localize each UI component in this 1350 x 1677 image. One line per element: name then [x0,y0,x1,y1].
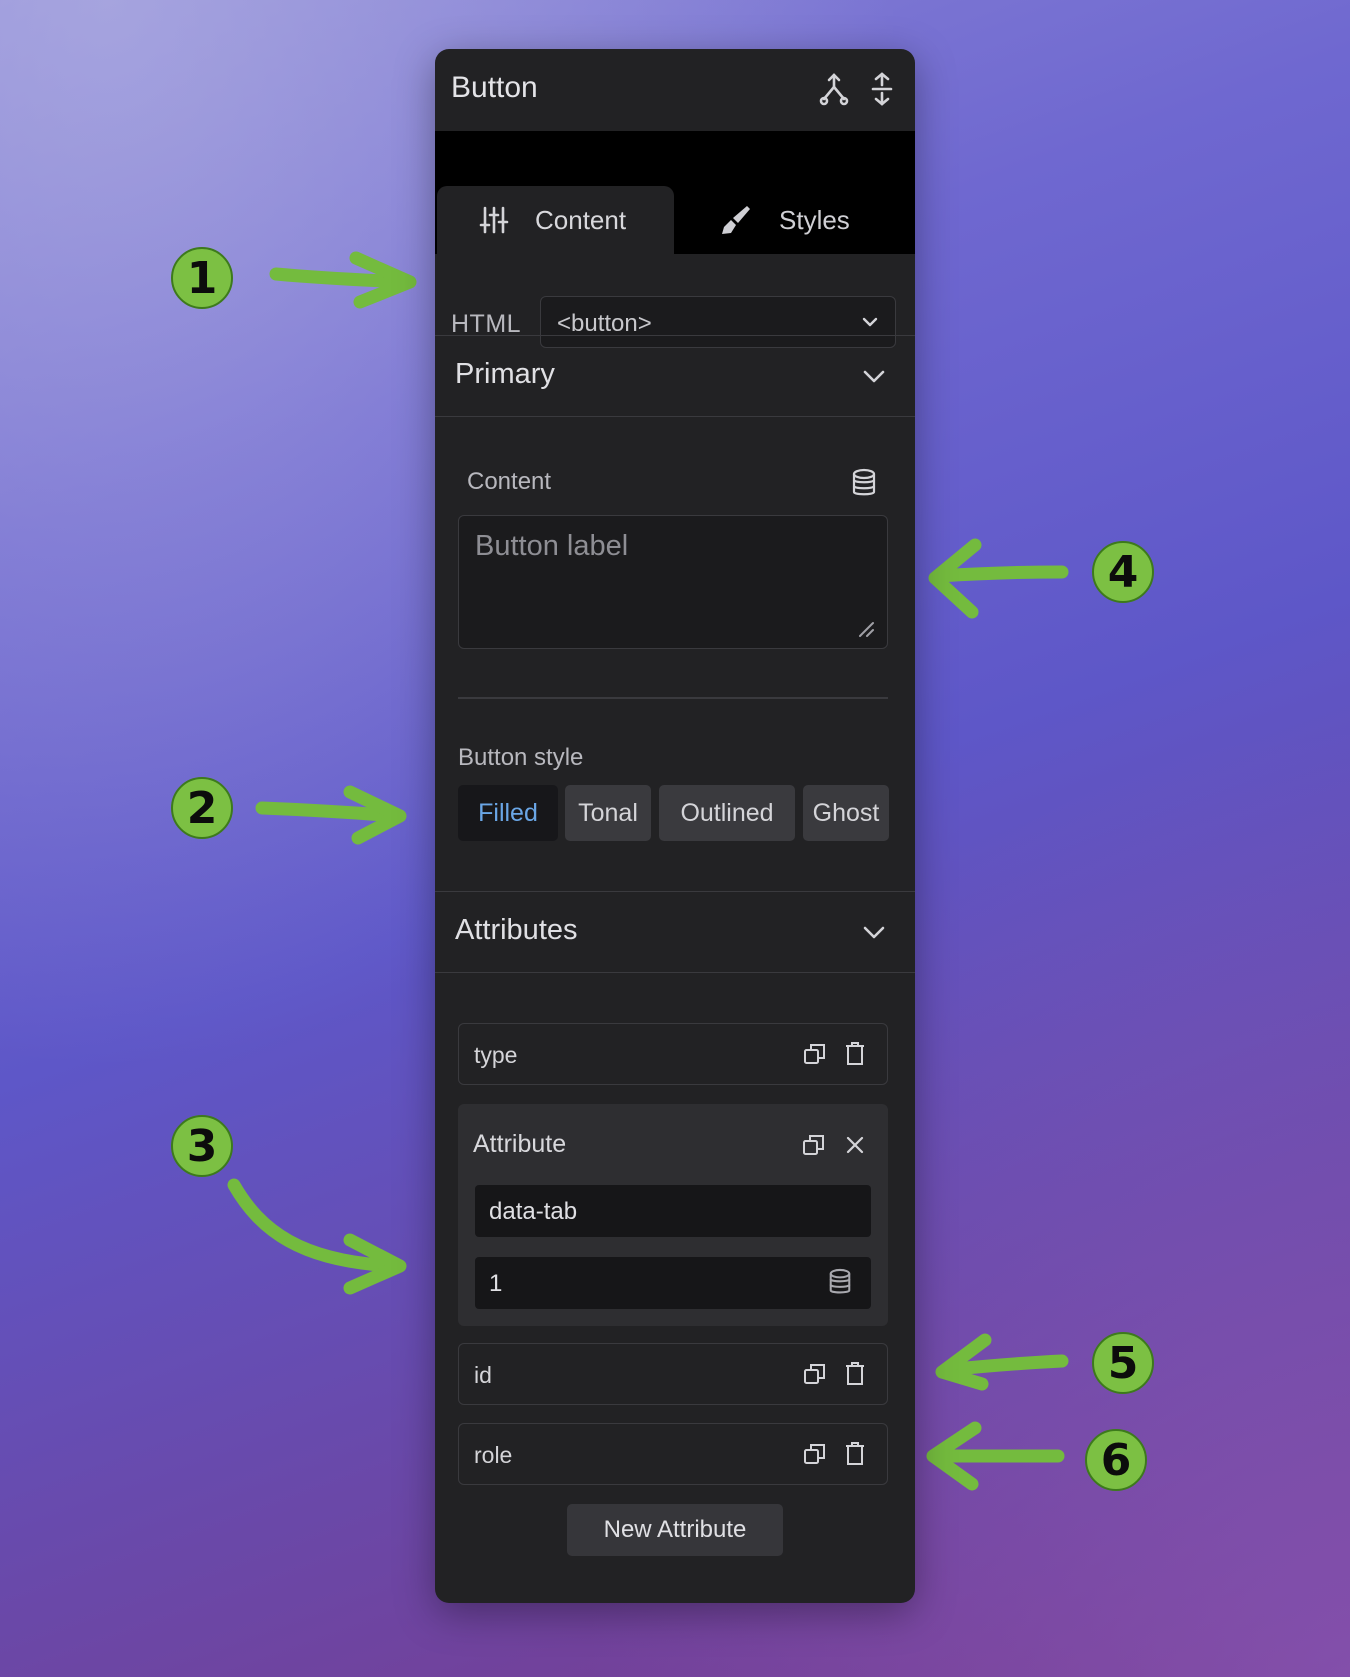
attribute-row-id[interactable]: id [458,1343,888,1405]
attribute-editor-card: Attribute data-tab 1 [458,1104,888,1326]
button-style-label: Button style [458,744,584,771]
paintbrush-icon [722,206,750,234]
attributes-section-header[interactable]: Attributes [435,891,915,973]
callout-badge-3: 3 [171,1115,233,1177]
duplicate-icon[interactable] [802,1133,826,1157]
arrow-4 [933,565,1069,583]
chevron-down-icon [863,926,885,939]
primary-section-header[interactable]: Primary [435,335,915,417]
close-icon[interactable] [844,1134,866,1156]
sliders-icon [479,206,509,234]
panel-title: Button [451,71,538,104]
button-settings-panel: Button Content Styles HTML <button> Prim… [435,49,915,1603]
style-option-ghost[interactable]: Ghost [803,785,889,841]
content-textarea[interactable]: Button label [458,515,888,649]
duplicate-icon[interactable] [803,1442,827,1466]
attribute-value-input[interactable]: 1 [475,1257,871,1309]
attribute-row-type[interactable]: type [458,1023,888,1085]
attribute-name: id [474,1362,492,1388]
tab-content-label: Content [535,204,627,235]
content-field-label: Content [467,468,552,495]
primary-section-title: Primary [455,358,555,390]
trash-icon[interactable] [844,1361,866,1387]
callout-badge-5: 5 [1092,1332,1154,1394]
chevron-down-icon [863,370,885,383]
tab-content[interactable]: Content [437,186,674,254]
tab-styles-label: Styles [779,204,850,235]
attribute-name: type [474,1042,518,1068]
callout-badge-2: 2 [171,777,233,839]
new-attribute-button[interactable]: New Attribute [567,1504,783,1556]
duplicate-icon[interactable] [803,1042,827,1066]
tab-styles[interactable]: Styles [674,186,915,254]
database-icon[interactable] [827,1268,853,1296]
callout-badge-1: 1 [171,247,233,309]
style-option-tonal[interactable]: Tonal [565,785,651,841]
callout-badge-4: 4 [1092,541,1154,603]
attribute-name-input[interactable]: data-tab [475,1185,871,1237]
style-option-filled[interactable]: Filled [458,785,558,841]
trash-icon[interactable] [844,1041,866,1067]
chevron-down-icon [862,317,878,327]
callout-badge-6: 6 [1085,1429,1147,1491]
attribute-value: 1 [489,1270,503,1297]
style-option-outlined[interactable]: Outlined [659,785,795,841]
expand-vertical-icon[interactable] [865,71,899,107]
database-icon[interactable] [850,468,878,498]
attribute-editor-title: Attribute [473,1130,567,1158]
section-divider [458,697,888,699]
attributes-section-title: Attributes [455,914,578,946]
content-placeholder: Button label [475,530,629,562]
panel-tabs: Content Styles [435,131,915,254]
branch-icon[interactable] [817,71,851,107]
html-tag-value: <button> [557,310,652,337]
resize-grip-icon[interactable] [857,620,875,638]
attribute-name-value: data-tab [489,1198,578,1225]
trash-icon[interactable] [844,1441,866,1467]
attribute-name: role [474,1442,513,1468]
attribute-row-role[interactable]: role [458,1423,888,1485]
panel-header: Button [435,49,915,131]
duplicate-icon[interactable] [803,1362,827,1386]
